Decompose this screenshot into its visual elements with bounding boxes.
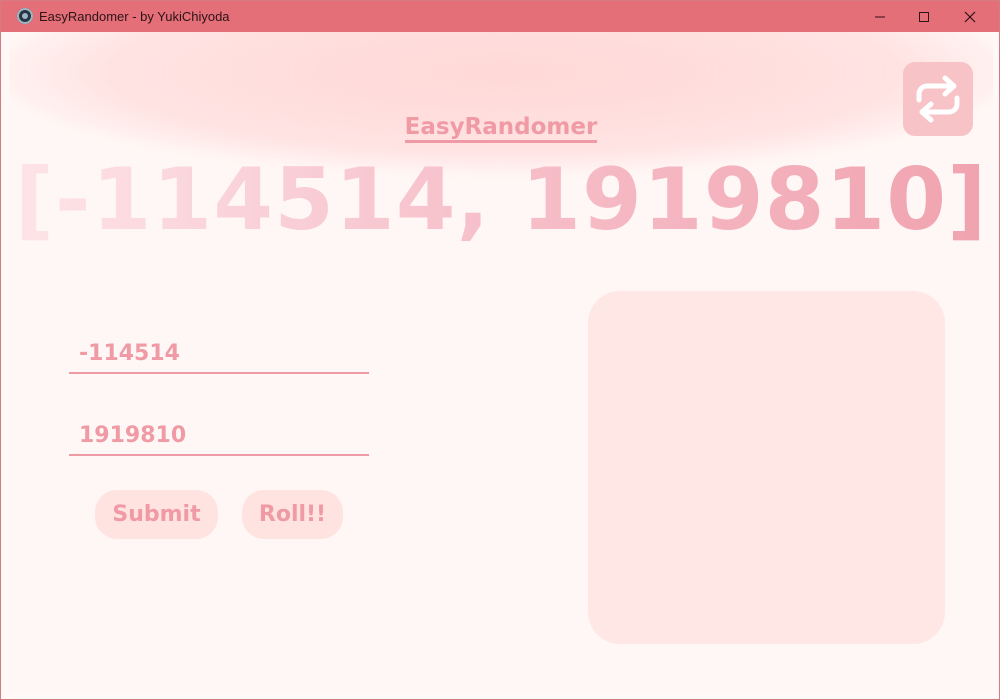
app-logo-icon: [17, 8, 33, 24]
maximize-icon: [919, 11, 929, 22]
max-value-input[interactable]: [69, 418, 369, 452]
range-display: [-114514, 1919810]: [9, 150, 993, 250]
app-title: EasyRandomer: [9, 114, 993, 143]
max-value-field[interactable]: [69, 418, 369, 456]
app-title-text: EasyRandomer: [404, 114, 598, 143]
app-content: EasyRandomer [-114514, 1919810] Submit R…: [9, 32, 993, 693]
min-value-input[interactable]: [69, 336, 369, 370]
min-value-field[interactable]: [69, 336, 369, 374]
minimize-icon: [875, 16, 885, 17]
window-title: EasyRandomer - by YukiChiyoda: [39, 9, 230, 24]
submit-button[interactable]: Submit: [95, 490, 218, 539]
minimize-button[interactable]: [857, 1, 903, 32]
close-button[interactable]: [947, 1, 993, 32]
maximize-button[interactable]: [901, 1, 947, 32]
close-icon: [964, 11, 976, 22]
result-panel: [588, 291, 945, 644]
app-window: EasyRandomer - by YukiChiyoda EasyRandom…: [0, 0, 1000, 700]
title-bar[interactable]: EasyRandomer - by YukiChiyoda: [1, 1, 999, 32]
roll-button[interactable]: Roll!!: [242, 490, 343, 539]
